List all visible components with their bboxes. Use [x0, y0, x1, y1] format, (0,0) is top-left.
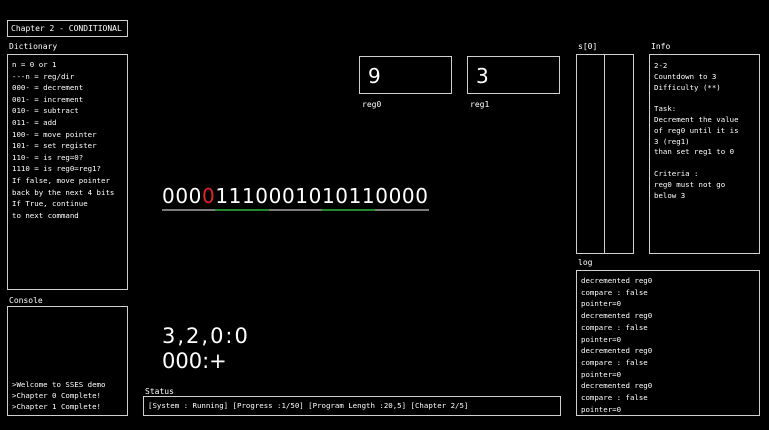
info-line: Task: — [654, 104, 677, 114]
log-label: log — [578, 258, 593, 267]
program-bit: 1 — [321, 184, 336, 211]
dictionary-line: to next command — [12, 210, 79, 220]
dictionary-panel: n = 0 or 1 ---n = reg/dir 000- = decrement… — [7, 54, 128, 290]
reg0-display: 9 — [359, 56, 452, 94]
info-panel: 2-2 Countdown to 3 Difficulty (**) Task: De… — [649, 54, 760, 254]
dictionary-line: 110- = is reg=0? — [12, 152, 84, 162]
info-line: Countdown to 3 — [654, 71, 717, 81]
status-bar: [System : Running] [Progress :1/50] [Pro… — [143, 396, 561, 416]
dictionary-line: 101- = set register — [12, 141, 97, 151]
program-bit: 0 — [415, 184, 429, 211]
log-line: decremented reg0 — [581, 276, 653, 285]
info-line: Difficulty (**) — [654, 82, 721, 92]
info-line: below 3 — [654, 190, 686, 200]
info-label: Info — [651, 42, 671, 51]
dictionary-line: 1110 = is reg0=reg1? — [12, 164, 101, 174]
log-line: decremented reg0 — [581, 311, 653, 321]
command-readout: 000:+ — [162, 349, 227, 373]
log-line: decremented reg0 — [581, 381, 653, 391]
log-line: compare : false — [581, 393, 648, 403]
program-bit: 0 — [401, 184, 416, 211]
info-line: of reg0 until it is — [654, 125, 739, 135]
log-line: pointer=0 — [581, 369, 622, 379]
program-bit: 0 — [388, 184, 402, 211]
program-bit: 1 — [348, 184, 362, 211]
info-line: Criteria : — [654, 168, 699, 178]
dictionary-label: Dictionary — [9, 42, 58, 51]
program-bit: 0 — [188, 184, 202, 211]
dictionary-line: 001- = increment — [12, 94, 84, 104]
program-bit: 0 — [375, 184, 389, 211]
console-label: Console — [9, 296, 43, 305]
log-lines: decremented reg0 compare : false pointer=0… — [581, 275, 755, 415]
info-line — [654, 158, 755, 169]
console-lines: >Welcome to SSES demo >Chapter 0 Complete… — [12, 379, 105, 412]
status-label: Status — [145, 387, 174, 396]
console-line: >Chapter 0 Complete! — [12, 391, 101, 400]
log-panel[interactable]: decremented reg0 compare : false pointer=0… — [576, 270, 760, 416]
dictionary-line: back by the next 4 bits — [12, 187, 115, 197]
program-bit: 0 — [281, 184, 296, 211]
info-line: than set reg1 to 0 — [654, 147, 735, 157]
info-line: 3 (reg1) — [654, 136, 690, 146]
dictionary-line: If True, continue — [12, 199, 88, 209]
log-line: decremented reg0 — [581, 346, 653, 356]
program-bit: 0 — [255, 184, 269, 211]
log-line: pointer=0 — [581, 404, 622, 414]
stack-label: s[0] — [578, 42, 598, 51]
reg1-label: reg1 — [470, 100, 490, 109]
dictionary-line: 000- = decrement — [12, 83, 84, 93]
log-line: compare : false — [581, 322, 648, 332]
reg0-label: reg0 — [362, 100, 382, 109]
dictionary-line: 011- = add — [12, 117, 57, 127]
program-bit: 1 — [241, 184, 256, 211]
program-bit: 1 — [295, 184, 309, 211]
stack-divider — [604, 55, 605, 253]
stack-panel — [576, 54, 634, 254]
dictionary-line: n = 0 or 1 — [12, 60, 57, 69]
console-line: >Chapter 1 Complete! — [12, 402, 101, 411]
program-bit: 0 — [162, 184, 176, 211]
dictionary-line: 010- = subtract — [12, 106, 79, 116]
dictionary-lines: n = 0 or 1 ---n = reg/dir 000- = decrement… — [12, 59, 123, 221]
log-line: compare : false — [581, 357, 648, 367]
program-bit: 0 — [335, 184, 349, 211]
program-bit: 0 — [201, 184, 216, 211]
info-line: Decrement the value — [654, 114, 739, 124]
dictionary-line: 100- = move pointer — [12, 129, 97, 139]
dictionary-line: ---n = reg/dir — [12, 71, 75, 81]
program-bit: 1 — [361, 184, 376, 211]
program-bit: 0 — [268, 184, 282, 211]
program-bit: 0 — [175, 184, 189, 211]
log-line: pointer=0 — [581, 299, 622, 309]
program-bit: 1 — [228, 184, 242, 211]
info-line: 2-2 — [654, 61, 668, 70]
info-line: reg0 must not go — [654, 179, 726, 189]
log-line: compare : false — [581, 287, 648, 297]
reg1-display: 3 — [467, 56, 560, 94]
log-line: pointer=0 — [581, 334, 622, 344]
console-panel[interactable]: >Welcome to SSES demo >Chapter 0 Complete… — [7, 306, 128, 416]
info-line — [654, 93, 755, 104]
pointer-readout: 3,2,0:0 — [162, 324, 250, 348]
dictionary-line: If false, move pointer — [12, 175, 110, 185]
program-bits: 00001110001010110000 — [162, 184, 429, 211]
program-bit: 1 — [215, 184, 229, 211]
program-bit: 0 — [308, 184, 322, 211]
console-line: >Welcome to SSES demo — [12, 380, 106, 389]
chapter-title: Chapter 2 - CONDITIONAL — [7, 20, 128, 37]
info-lines: 2-2 Countdown to 3 Difficulty (**) Task: De… — [654, 61, 755, 201]
